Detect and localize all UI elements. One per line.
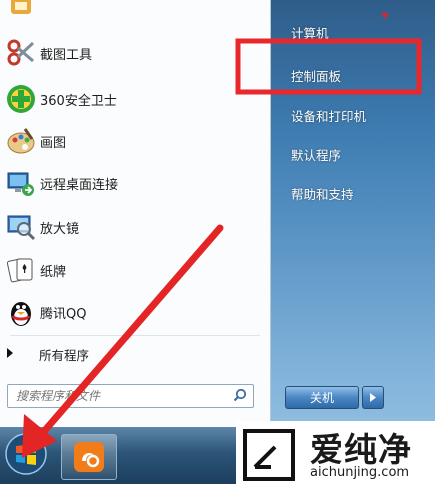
link-devices-printers[interactable]: 设备和打印机 xyxy=(291,106,366,125)
all-programs-link[interactable]: 所有程序 xyxy=(0,340,268,366)
watermark: 爱纯净 aichunjing.com xyxy=(236,421,435,484)
watermark-brand: 爱纯净 xyxy=(310,430,412,469)
app-icon xyxy=(11,0,31,14)
pinned-item-label: 360安全卫士 xyxy=(40,93,117,109)
start-menu-right-pane xyxy=(271,0,435,427)
watermark-url: aichunjing.com xyxy=(310,465,410,480)
pinned-item-360-security[interactable]: 360安全卫士 xyxy=(0,79,268,119)
magnifier-icon xyxy=(7,215,36,241)
pinned-item-qq[interactable]: 腾讯QQ xyxy=(0,292,268,332)
link-default-programs[interactable]: 默认程序 xyxy=(291,145,341,164)
caret-down-icon xyxy=(381,13,389,19)
search-input[interactable] xyxy=(16,387,226,405)
shutdown-button[interactable]: 关机 xyxy=(285,386,359,409)
pinned-item-paint[interactable]: 画图 xyxy=(0,121,268,161)
arrow-right-icon xyxy=(370,393,376,402)
all-programs-label: 所有程序 xyxy=(39,348,90,363)
pinned-item-magnifier[interactable]: 放大镜 xyxy=(0,207,268,247)
pinned-item-remote-desktop[interactable]: 远程桌面连接 xyxy=(0,163,268,203)
pinned-item-label: 远程桌面连接 xyxy=(40,177,119,193)
taskbar-app-uc-browser[interactable] xyxy=(61,434,117,480)
shutdown-options-button[interactable] xyxy=(362,386,384,409)
watermark-logo xyxy=(243,429,295,481)
pinned-item-label: 画图 xyxy=(40,135,67,151)
pinned-item-label: 纸牌 xyxy=(40,264,67,280)
penguin-icon xyxy=(11,302,31,326)
remote-desktop-icon xyxy=(7,172,34,196)
pinned-item-snipping-tool[interactable]: 截图工具 xyxy=(0,33,268,73)
link-control-panel[interactable]: 控制面板 xyxy=(291,66,341,85)
pinned-item-label: 放大镜 xyxy=(40,221,80,237)
search-icon[interactable] xyxy=(233,388,247,402)
search-box[interactable] xyxy=(7,384,254,408)
start-orb[interactable] xyxy=(4,431,48,477)
uc-browser-icon xyxy=(74,442,104,472)
arrow-right-icon xyxy=(7,348,13,358)
shield-cross-icon xyxy=(7,85,35,113)
shutdown-label: 关机 xyxy=(309,391,334,405)
pinned-item-label: 腾讯QQ xyxy=(40,306,87,322)
pinned-item-label: 截图工具 xyxy=(40,47,93,63)
menu-separator xyxy=(10,335,260,336)
link-computer[interactable]: 计算机 xyxy=(291,23,329,42)
pinned-item-solitaire[interactable]: 纸牌 xyxy=(0,250,268,290)
link-help-support[interactable]: 帮助和支持 xyxy=(291,184,354,203)
pinned-item-partial[interactable] xyxy=(0,0,268,24)
cards-icon xyxy=(6,258,33,283)
palette-icon xyxy=(7,128,35,154)
scissors-icon xyxy=(7,39,35,66)
